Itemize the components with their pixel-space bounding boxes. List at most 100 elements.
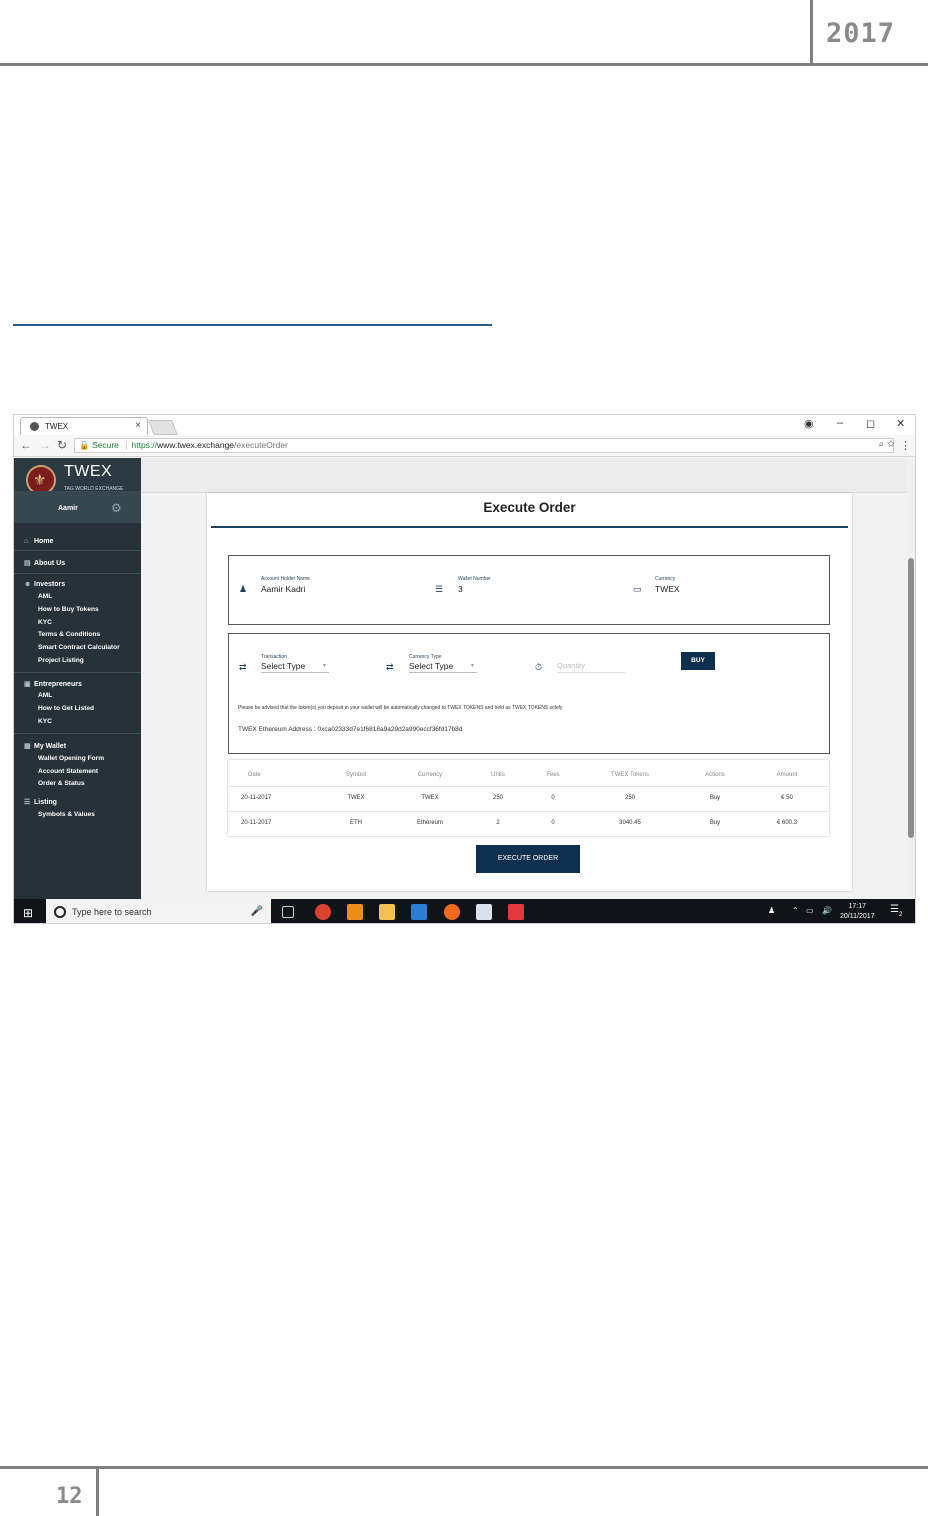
sidebar-item-kyc-entrepreneurs[interactable]: KYC — [38, 718, 52, 725]
person-icon: ♟ — [239, 584, 248, 594]
footer-rule — [0, 1466, 928, 1469]
row-divider — [228, 811, 829, 812]
sidebar-section-listing: ☰ Listing Symbols & Values — [14, 794, 141, 830]
cell-currency: Ethereum — [416, 820, 444, 826]
taskbar: ⊞ Type here to search 🎤 ♟ ⌃ ▭ 🔊 17:17 20… — [14, 899, 915, 924]
network-icon[interactable]: ▭ — [806, 906, 814, 915]
cell-date: 20-11-2017 — [241, 820, 272, 826]
header-symbol: Symbol — [345, 772, 367, 778]
new-tab-button[interactable] — [148, 420, 178, 435]
cell-fees: 0 — [551, 820, 555, 826]
swap-icon: ⇄ — [239, 662, 247, 672]
taskbar-search[interactable]: Type here to search 🎤 — [46, 899, 271, 923]
footer-divider — [96, 1468, 99, 1516]
zoom-star-icons[interactable]: ⌕ ☆ — [878, 439, 895, 450]
header-actions: Actions — [705, 772, 725, 778]
sidebar-item-calculator[interactable]: Smart Contract Calculator — [38, 644, 120, 651]
list-icon: ☰ — [24, 799, 31, 806]
tab-close-icon[interactable]: × — [135, 420, 141, 431]
sidebar-item-account-statement[interactable]: Account Statement — [38, 768, 98, 775]
scrollbar-thumb[interactable] — [908, 558, 914, 838]
sidebar-item-investors[interactable]: ☻ Investors — [24, 581, 65, 588]
image-app-icon[interactable] — [508, 904, 524, 920]
active-app-indicator — [312, 923, 334, 924]
sidebar-item-aml-entrepreneurs[interactable]: AML — [38, 692, 52, 699]
url-host: www.twex.exchange — [157, 440, 235, 450]
transaction-select[interactable]: Select Type ▼ — [261, 661, 329, 673]
chrome-icon[interactable] — [315, 904, 331, 920]
people-icon: ☻ — [24, 581, 32, 588]
vscode-icon[interactable] — [411, 904, 427, 920]
url-path: /executeOrder — [234, 440, 288, 450]
task-view-icon[interactable] — [282, 906, 294, 918]
url-protocol: https:// — [131, 440, 158, 450]
document-icon: ▤ — [24, 560, 31, 567]
browser-tab[interactable]: TWEX × — [20, 417, 148, 435]
sidebar-item-listing[interactable]: ☰ Listing — [24, 798, 57, 806]
header-divider — [810, 0, 813, 64]
credit-card-icon: ▭ — [633, 584, 642, 594]
sidebar-item-kyc[interactable]: KYC — [38, 619, 52, 626]
fleur-icon: ⚜ — [33, 472, 47, 489]
sidebar-item-how-to-buy[interactable]: How to Buy Tokens — [38, 606, 99, 613]
volume-icon[interactable]: 🔊 — [822, 906, 832, 915]
header-amount: Amount — [776, 772, 798, 778]
sidebar-section-about: ▤ About Us — [14, 551, 141, 574]
sidebar-item-terms[interactable]: Terms & Conditions — [38, 631, 100, 638]
sidebar-item-order-status[interactable]: Order & Status — [38, 780, 85, 787]
forward-icon[interactable]: → — [39, 438, 51, 452]
menu-icon[interactable]: ⋮ — [900, 439, 911, 452]
sidebar-item-symbols[interactable]: Symbols & Values — [38, 811, 95, 818]
header-fees: Fees — [546, 772, 560, 778]
favicon-icon — [30, 422, 39, 431]
maximize-button[interactable]: ◻ — [866, 417, 875, 430]
url-field[interactable]: 🔒 Secure | https://www.twex.exchange/exec… — [74, 438, 894, 453]
brand-name: TWEX — [64, 463, 113, 480]
sidebar-section-investors: ☻ Investors AML How to Buy Tokens KYC Ter… — [14, 574, 141, 673]
execute-order-button[interactable]: EXECUTE ORDER — [476, 845, 580, 873]
page-number: 12 — [56, 1484, 83, 1509]
document-header: 2017 — [0, 0, 928, 68]
chevron-up-icon[interactable]: ⌃ — [792, 906, 799, 915]
document-year: 2017 — [826, 18, 896, 49]
sidebar: ⚜ TWEX TAG WORLD EXCHANGE Aamir ⚙ ⌂ Home … — [14, 458, 141, 899]
back-icon[interactable]: ← — [20, 438, 32, 452]
xampp-icon[interactable] — [347, 904, 363, 920]
cell-symbol: TWEX — [347, 795, 365, 801]
sidebar-item-wallet[interactable]: ▦ My Wallet — [24, 742, 66, 750]
cell-units: 2 — [496, 820, 500, 826]
profile-icon[interactable]: ◉ — [804, 417, 814, 430]
sidebar-item-project-listing[interactable]: Project Listing — [38, 657, 84, 664]
notepad-icon[interactable] — [476, 904, 492, 920]
sidebar-item-aml[interactable]: AML — [38, 593, 52, 600]
sidebar-item-entrepreneurs[interactable]: ▣ Entrepreneurs — [24, 680, 82, 688]
cell-action: Buy — [709, 795, 721, 801]
sidebar-item-home[interactable]: ⌂ Home — [24, 538, 53, 545]
minimize-button[interactable]: – — [837, 417, 843, 429]
people-tray-icon[interactable]: ♟ — [768, 906, 775, 915]
quantity-input[interactable]: Quantity — [557, 661, 625, 673]
currency-type-label: Currency Type — [409, 654, 442, 660]
heading-underline — [13, 324, 492, 326]
brand[interactable]: ⚜ TWEX TAG WORLD EXCHANGE — [14, 458, 141, 495]
microphone-icon[interactable]: 🎤 — [251, 899, 263, 923]
buy-button[interactable]: BUY — [681, 652, 715, 670]
browser-screenshot: TWEX × ◉ – ◻ ✕ ← → ↻ 🔒 Secure | https://w… — [13, 414, 916, 924]
sidebar-item-about[interactable]: ▤ About Us — [24, 559, 65, 567]
sidebar-item-wallet-opening[interactable]: Wallet Opening Form — [38, 755, 104, 762]
scrollbar[interactable] — [907, 458, 915, 899]
sidebar-item-get-listed[interactable]: How to Get Listed — [38, 705, 94, 712]
file-explorer-icon[interactable] — [379, 904, 395, 920]
windows-start-icon[interactable]: ⊞ — [23, 906, 33, 920]
currency-type-select[interactable]: Select Type ▼ — [409, 661, 477, 673]
postman-icon[interactable] — [444, 904, 460, 920]
close-window-button[interactable]: ✕ — [896, 417, 905, 430]
gear-icon[interactable]: ⚙ — [111, 501, 122, 515]
reload-icon[interactable]: ↻ — [57, 438, 67, 452]
row-divider — [228, 786, 829, 787]
clock[interactable]: 17:17 20/11/2017 — [840, 902, 875, 922]
notification-icon[interactable]: ☰ — [890, 904, 899, 915]
holder-value: Aamir Kadri — [261, 584, 306, 594]
holder-label: Account Holder Name — [261, 576, 310, 582]
secure-label: Secure — [91, 440, 119, 450]
